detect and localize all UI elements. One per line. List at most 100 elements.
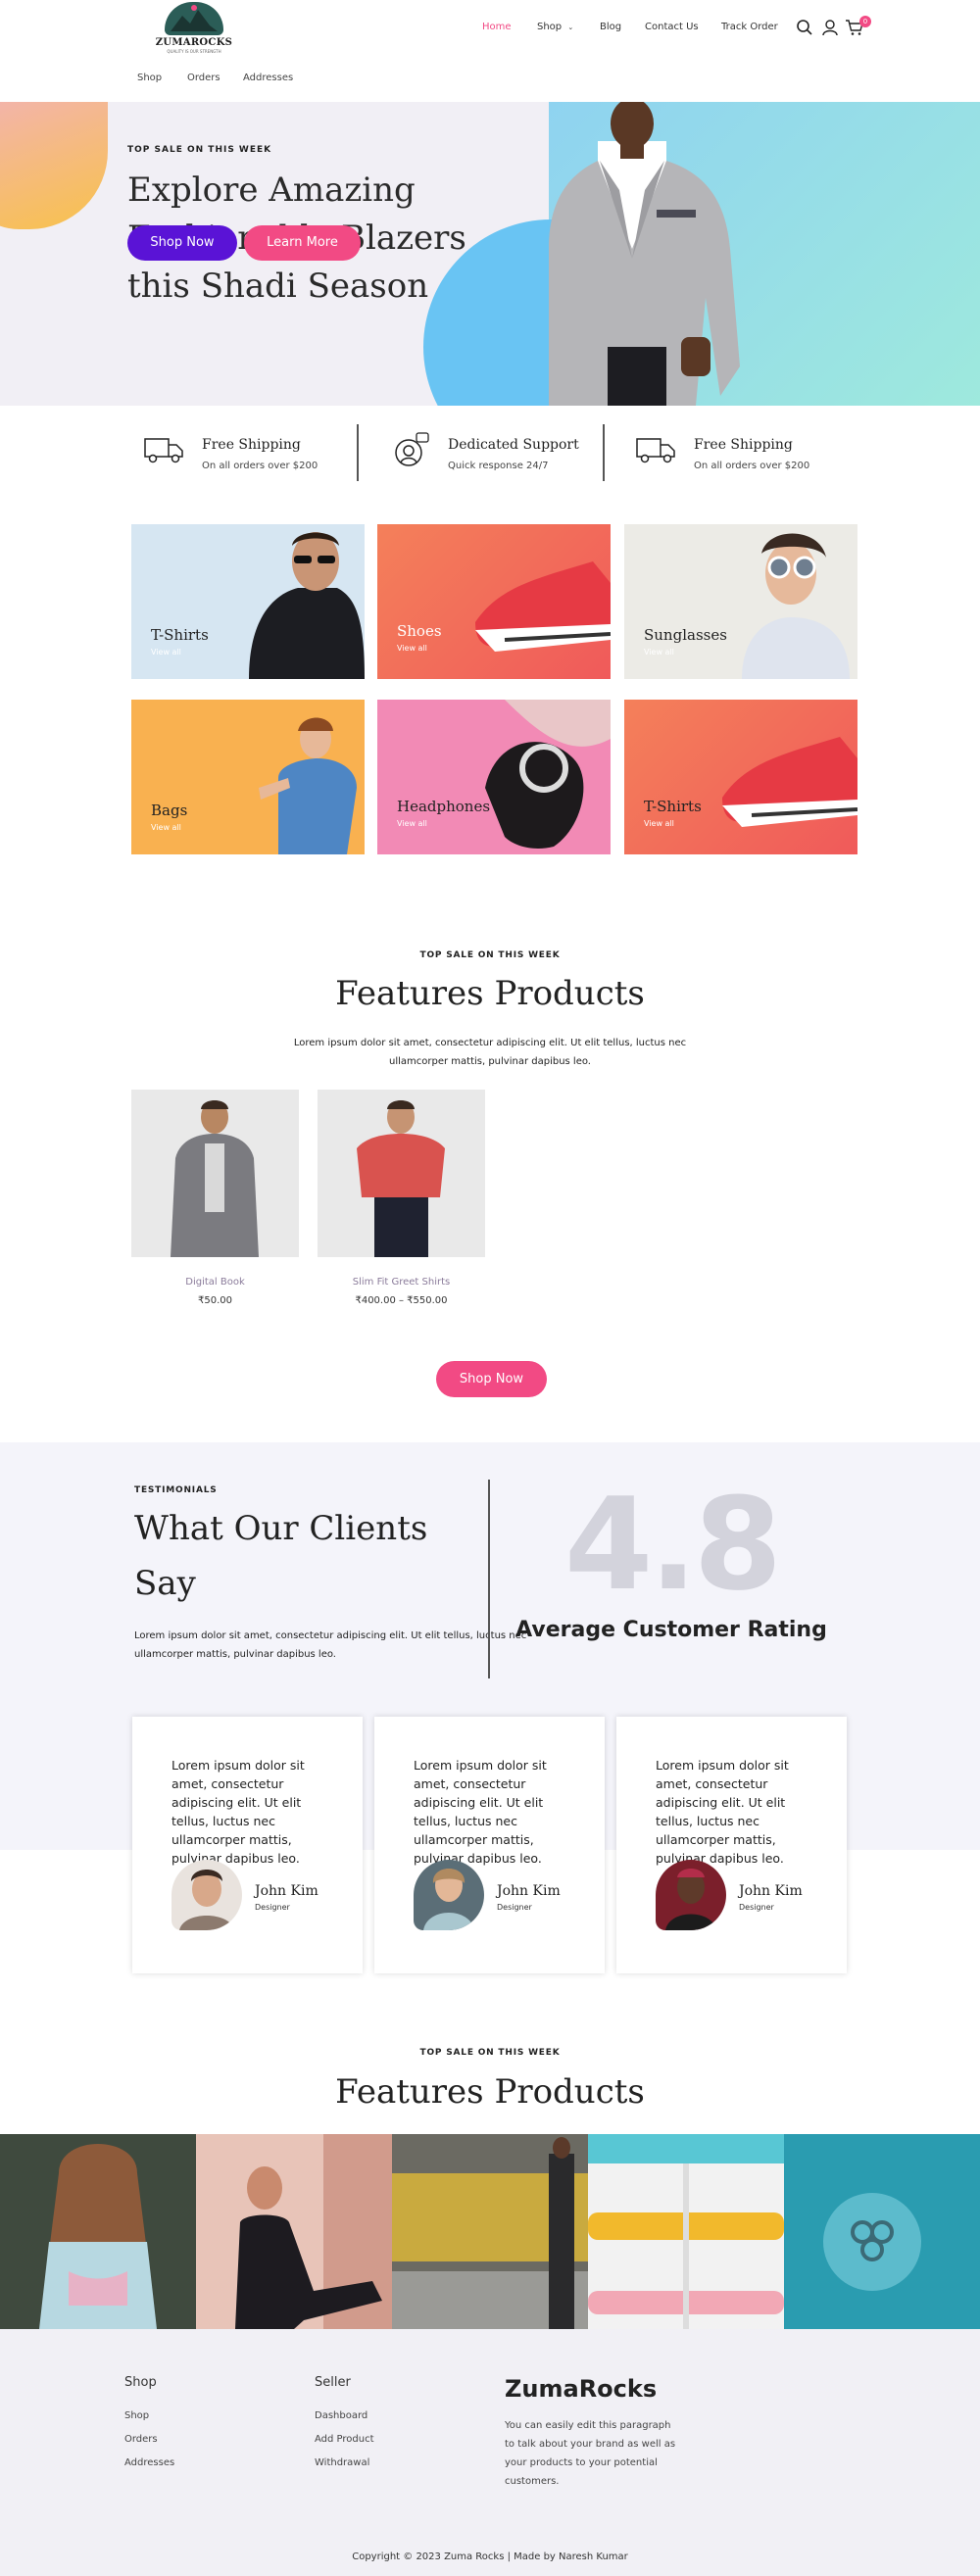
site-footer [0, 2329, 980, 2576]
testimonial-role: Designer [497, 1903, 532, 1912]
category-label: Headphones [397, 798, 491, 815]
hero-learn-more-button[interactable]: Learn More [244, 225, 361, 261]
feature-item-shipping: Free Shipping On all orders over $200 [635, 423, 851, 482]
cart-count-badge: 0 [859, 16, 871, 27]
footer-link-withdrawal[interactable]: Withdrawal [315, 2457, 369, 2468]
nav-shop[interactable]: Shop ⌄ [537, 22, 573, 32]
featured-title: Features Products [335, 974, 645, 1013]
category-image [485, 700, 611, 849]
product-price: ₹400.00 – ₹550.00 [355, 1295, 448, 1306]
hero-shop-now-button[interactable]: Shop Now [127, 225, 237, 261]
category-label: Bags [151, 802, 188, 819]
category-image [722, 737, 858, 827]
footer-link-add-product[interactable]: Add Product [315, 2434, 374, 2445]
category-tile-shoes[interactable]: Shoes View all [377, 524, 611, 679]
category-view-all-link[interactable]: View all [644, 819, 674, 828]
category-view-all-link[interactable]: View all [151, 648, 181, 656]
testimonial-role: Designer [255, 1903, 290, 1912]
product-price: ₹50.00 [198, 1295, 232, 1306]
subnav-addresses[interactable]: Addresses [243, 73, 293, 83]
search-icon[interactable] [796, 19, 813, 40]
footer-col-title: Shop [124, 2375, 157, 2390]
product-name[interactable]: Slim Fit Greet Shirts [318, 1277, 485, 1288]
footer-link-addresses[interactable]: Addresses [124, 2457, 174, 2468]
site-header: ZUMAROCKS QUALITY IS OUR STRENGTH Home S… [0, 0, 980, 102]
testimonials-eyebrow: TESTIMONIALS [134, 1485, 218, 1495]
category-image [742, 533, 850, 679]
product-image[interactable] [318, 1090, 485, 1257]
hero-decor-blob [0, 102, 108, 229]
product-image[interactable] [131, 1090, 299, 1257]
feature-subtitle: On all orders over $200 [694, 461, 810, 471]
category-label: Sunglasses [644, 626, 727, 644]
nav-shop-label: Shop [537, 22, 563, 32]
footer-link-shop[interactable]: Shop [124, 2410, 149, 2421]
testimonial-card: Lorem ipsum dolor sit amet, consectetur … [616, 1717, 847, 1973]
footer-brand: ZumaRocks [505, 2375, 658, 2403]
copyright: Copyright © 2023 Zuma Rocks | Made by Na… [352, 2552, 628, 2562]
gallery-image[interactable] [196, 2134, 392, 2329]
feature-item-shipping: Free Shipping On all orders over $200 [143, 423, 359, 482]
category-tile-tshirts-2[interactable]: T-Shirts View all [624, 700, 858, 854]
testimonial-name: John Kim [255, 1883, 318, 1899]
testimonial-text: Lorem ipsum dolor sit amet, consectetur … [656, 1758, 789, 1866]
site-logo[interactable]: ZUMAROCKS QUALITY IS OUR STRENGTH [155, 0, 233, 59]
testimonials-title-line1: What Our Clients [134, 1509, 428, 1548]
shop-now-button[interactable]: Shop Now [436, 1361, 547, 1397]
feature-item-support: Dedicated Support Quick response 24/7 [389, 423, 605, 482]
support-icon [389, 431, 432, 466]
product-card[interactable]: Digital Book ₹50.00 [131, 1090, 299, 1306]
nav-blog[interactable]: Blog [600, 22, 621, 32]
gallery-image[interactable] [392, 2134, 588, 2329]
footer-link-orders[interactable]: Orders [124, 2434, 158, 2445]
category-view-all-link[interactable]: View all [397, 644, 427, 653]
testimonial-card: Lorem ipsum dolor sit amet, consectetur … [374, 1717, 605, 1973]
category-label: T-Shirts [151, 626, 209, 644]
divider [603, 424, 605, 481]
nav-contact[interactable]: Contact Us [645, 22, 699, 32]
featured-desc-line1: Lorem ipsum dolor sit amet, consectetur … [293, 1038, 687, 1048]
truck-icon [635, 431, 678, 466]
nav-track-order[interactable]: Track Order [721, 22, 778, 32]
product-name[interactable]: Digital Book [131, 1277, 299, 1288]
category-tile-headphones[interactable]: Headphones View all [377, 700, 611, 854]
category-image [475, 561, 611, 652]
category-label: Shoes [397, 622, 442, 640]
category-label: T-Shirts [644, 798, 702, 815]
gallery-image[interactable] [784, 2134, 980, 2329]
avatar [172, 1860, 242, 1930]
footer-link-dashboard[interactable]: Dashboard [315, 2410, 368, 2421]
testimonial-text: Lorem ipsum dolor sit amet, consectetur … [414, 1758, 547, 1866]
category-image [259, 717, 357, 854]
footer-col-title: Seller [315, 2375, 351, 2390]
category-view-all-link[interactable]: View all [397, 819, 427, 828]
feature-title: Free Shipping [202, 437, 301, 453]
testimonials-desc-line1: Lorem ipsum dolor sit amet, consectetur … [134, 1630, 527, 1641]
footer-brand-desc: You can easily edit this paragraph to ta… [505, 2420, 676, 2487]
logo-tagline: QUALITY IS OUR STRENGTH [167, 49, 221, 54]
product-card[interactable]: Slim Fit Greet Shirts ₹400.00 – ₹550.00 [318, 1090, 485, 1306]
testimonial-name: John Kim [739, 1883, 803, 1899]
gallery-image[interactable] [588, 2134, 784, 2329]
nav-home[interactable]: Home [482, 22, 512, 32]
testimonial-card: Lorem ipsum dolor sit amet, consectetur … [132, 1717, 363, 1973]
user-icon[interactable] [821, 19, 839, 40]
avatar [656, 1860, 726, 1930]
featured-desc-line2: ullamcorper mattis, pulvinar dapibus leo… [389, 1056, 591, 1067]
feature-title: Free Shipping [694, 437, 793, 453]
gallery-image[interactable] [0, 2134, 196, 2329]
truck-icon [143, 431, 186, 466]
category-view-all-link[interactable]: View all [644, 648, 674, 656]
category-tile-tshirts[interactable]: T-Shirts View all [131, 524, 365, 679]
category-view-all-link[interactable]: View all [151, 823, 181, 832]
subnav-shop[interactable]: Shop [137, 73, 162, 83]
rating-label: Average Customer Rating [515, 1618, 827, 1642]
subnav-orders[interactable]: Orders [187, 73, 220, 83]
testimonials-title-line2: Say [134, 1564, 196, 1603]
category-tile-bags[interactable]: Bags View all [131, 700, 365, 854]
logo-emblem [165, 2, 223, 35]
divider [357, 424, 359, 481]
hero-model-image [549, 102, 740, 406]
category-tile-sunglasses[interactable]: Sunglasses View all [624, 524, 858, 679]
category-image [249, 532, 365, 679]
